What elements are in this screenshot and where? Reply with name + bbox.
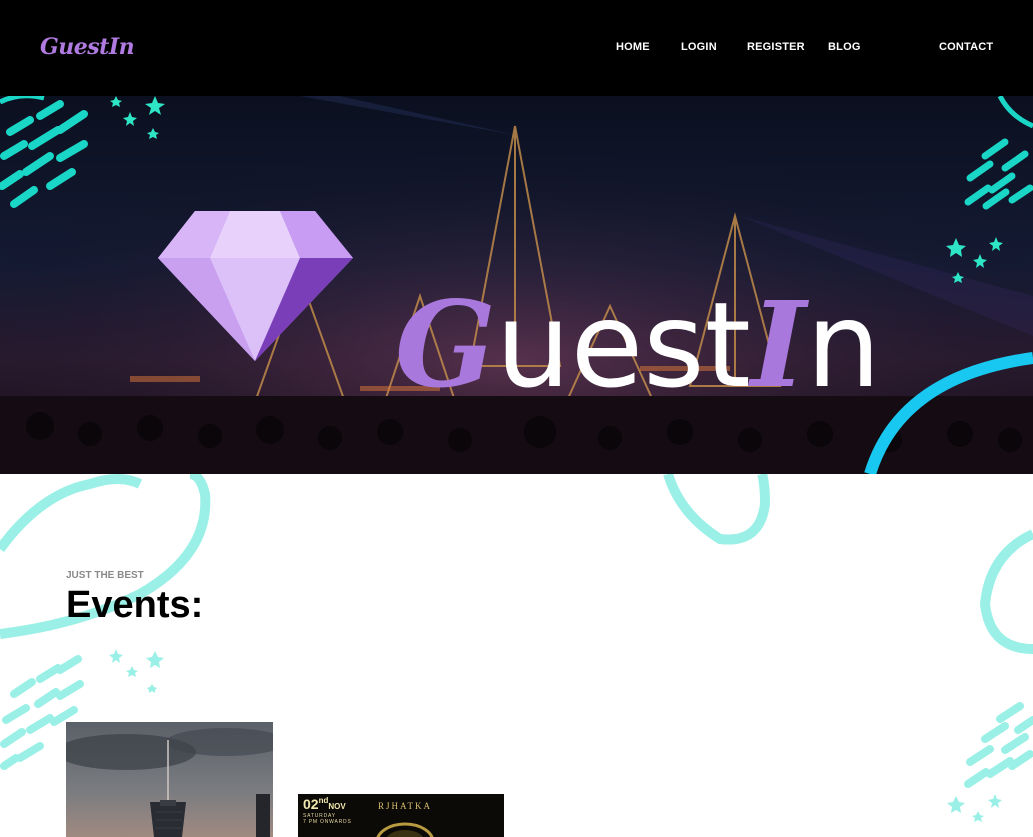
nav-home-link[interactable]: HOME (616, 41, 650, 53)
wordmark-n: n (806, 276, 881, 414)
poster-ornament (376, 822, 434, 837)
nav-register-link[interactable]: REGISTER (747, 41, 805, 53)
nav-contact-link[interactable]: CONTACT (939, 41, 993, 53)
hero-wordmark: GuestIn (395, 286, 881, 405)
city-skyline-image (66, 722, 273, 837)
wordmark-g: G (395, 275, 496, 414)
event-card-image-city[interactable] (66, 722, 273, 837)
events-title: Events: (66, 584, 204, 626)
nav-blog-link[interactable]: BLOG (828, 41, 861, 53)
nav-login-link[interactable]: LOGIN (681, 41, 717, 53)
event-card-image-poster[interactable]: 02ndNOV SATURDAY 7 PM ONWARDS RJHATKA (298, 794, 504, 837)
wordmark-uest: uest (495, 276, 751, 414)
wordmark-i: I (750, 275, 807, 414)
events-kicker: JUST THE BEST (66, 570, 144, 581)
brand-logo[interactable]: GuestIn (40, 34, 135, 60)
top-nav-bar: GuestIn HOME LOGIN REGISTER BLOG CONTACT (0, 0, 1033, 96)
hero-banner: GuestIn (0, 96, 1033, 474)
